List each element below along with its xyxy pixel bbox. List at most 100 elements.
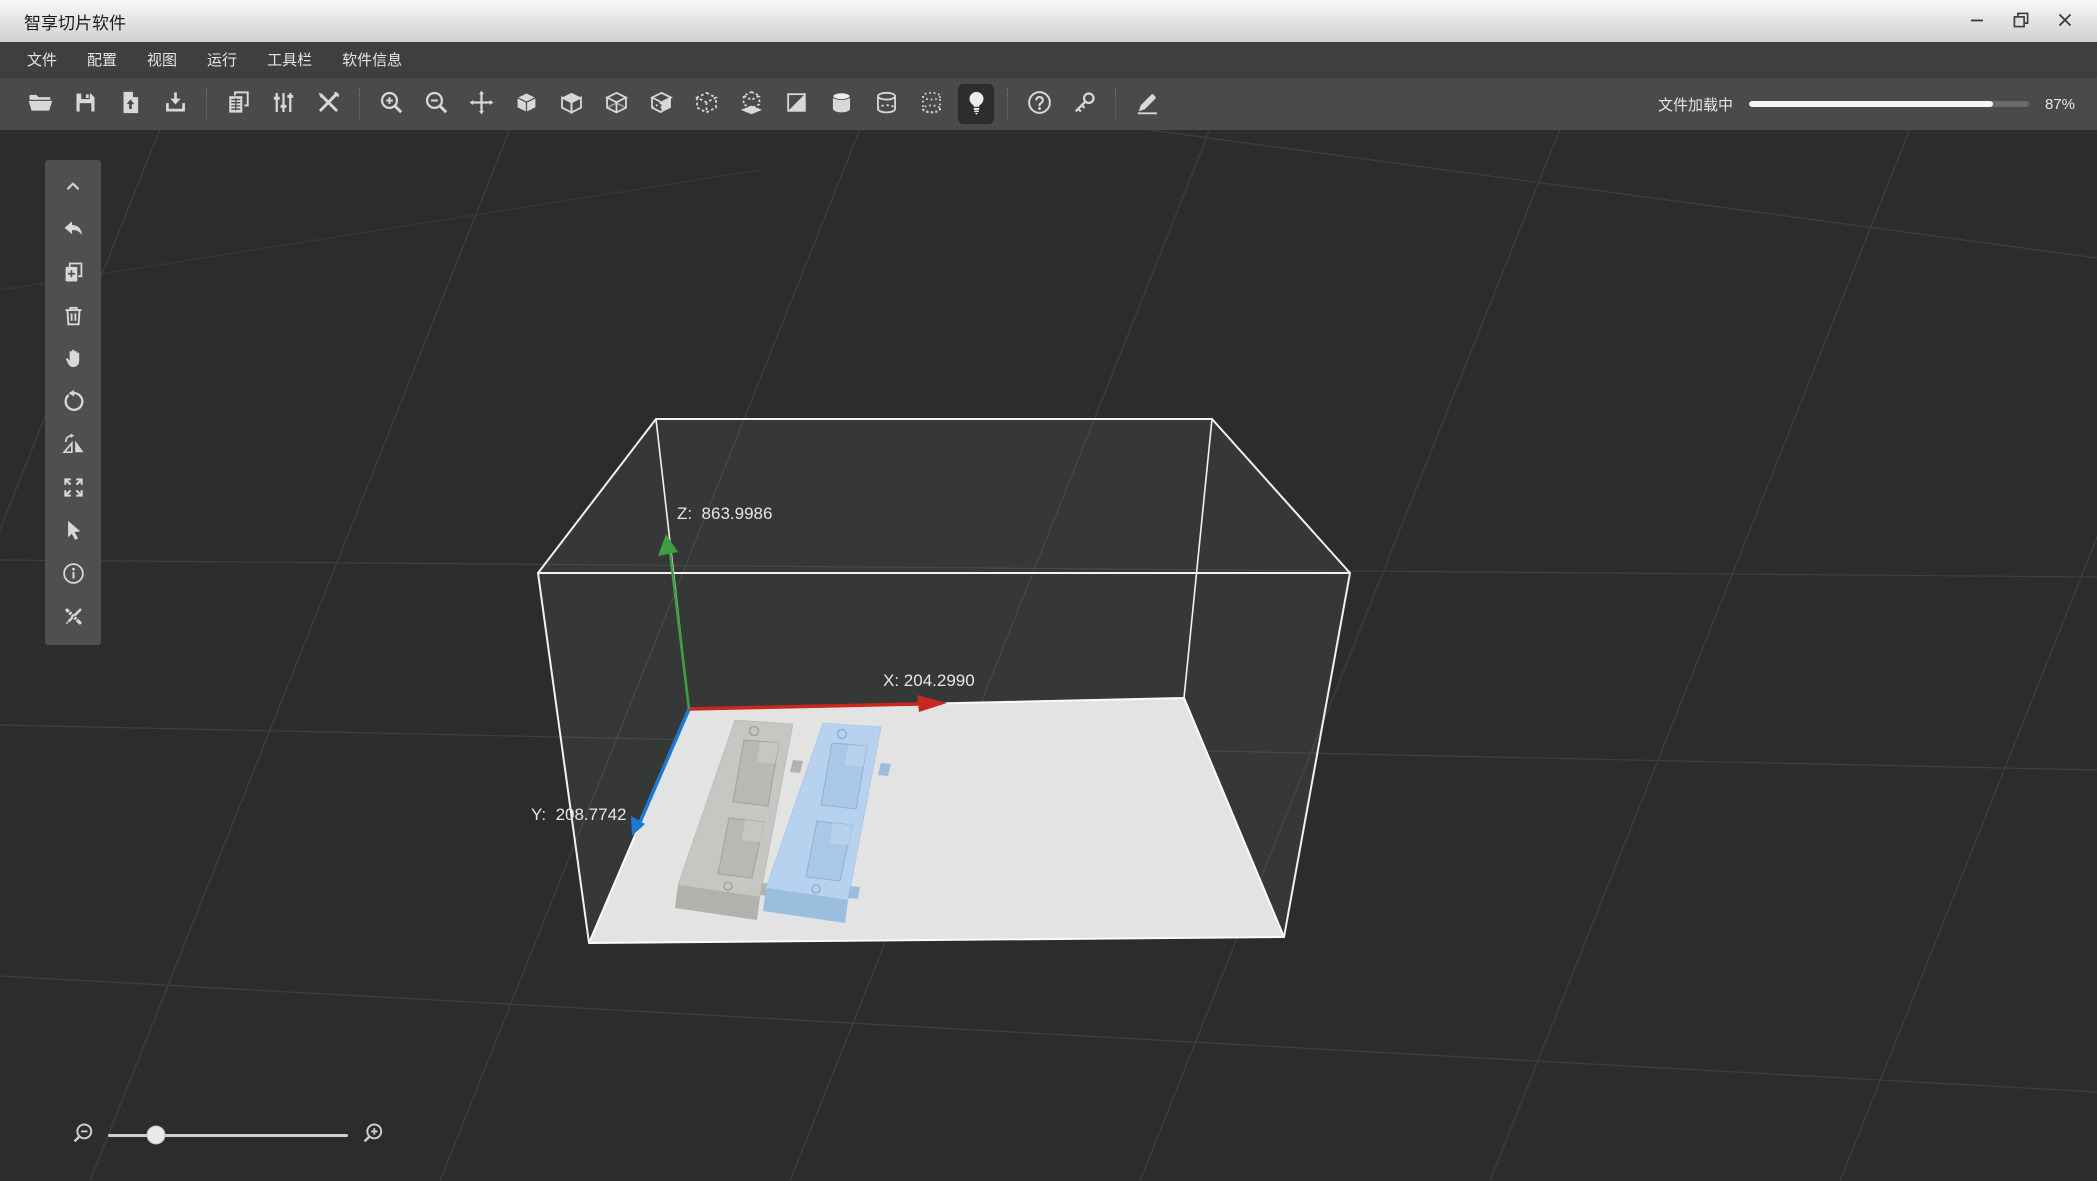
trash-icon <box>61 303 86 331</box>
file-import-icon <box>162 89 189 119</box>
cylinder-wire-icon <box>873 89 900 119</box>
application-window: 智享切片软件 文件 配置 视图 运行 工具栏 软件信息 文件加载中 87% Z:… <box>0 0 2097 1181</box>
cube-wireframe-icon <box>603 89 630 119</box>
viewport-zoom-slider-thumb[interactable] <box>146 1125 166 1145</box>
view-solid-button[interactable] <box>508 84 544 124</box>
view-plane-button[interactable] <box>733 84 769 124</box>
key-icon <box>1071 89 1098 119</box>
undo-arrow-icon <box>61 217 86 245</box>
minimize-button[interactable] <box>1961 6 1993 36</box>
tools-button[interactable] <box>310 84 346 124</box>
y-axis-label: Y: 208.7742 <box>531 805 626 824</box>
cube-section-icon <box>783 89 810 119</box>
menu-run[interactable]: 运行 <box>192 42 252 77</box>
window-title: 智享切片软件 <box>24 13 126 33</box>
mirror-flip-icon <box>61 432 86 460</box>
view-cylinder-points-button[interactable] <box>913 84 949 124</box>
annotate-button[interactable] <box>1129 84 1165 124</box>
view-backface-button[interactable] <box>553 84 589 124</box>
toolbar-separator <box>206 88 207 120</box>
mirror-button[interactable] <box>45 424 101 467</box>
pan-button[interactable] <box>45 338 101 381</box>
export-file-button[interactable] <box>112 84 148 124</box>
view-cylinder-wire-button[interactable] <box>868 84 904 124</box>
left-toolbar <box>45 160 101 645</box>
pen-icon <box>1134 89 1161 119</box>
toolbar-separator <box>1007 88 1008 120</box>
duplicate-icon <box>61 260 86 288</box>
zoom-in-icon <box>378 89 405 119</box>
view-hidden-edges-button[interactable] <box>643 84 679 124</box>
move-arrows-icon <box>468 89 495 119</box>
viewport-zoom-out-button[interactable] <box>70 1122 96 1148</box>
menu-soft-info[interactable]: 软件信息 <box>327 42 417 77</box>
close-icon <box>2054 9 2076 34</box>
close-button[interactable] <box>2049 6 2081 36</box>
viewport-canvas[interactable]: Z: 863.9986 X: 204.2990 Y: 208.7742 <box>0 130 2097 1181</box>
info-circle-icon <box>61 561 86 589</box>
undo-button[interactable] <box>45 209 101 252</box>
file-export-icon <box>117 89 144 119</box>
view-wireframe-button[interactable] <box>598 84 634 124</box>
import-file-button[interactable] <box>157 84 193 124</box>
fit-view-button[interactable] <box>45 467 101 510</box>
file-load-progress: 文件加载中 87% <box>1658 94 2097 115</box>
open-file-button[interactable] <box>22 84 58 124</box>
help-button[interactable] <box>1021 84 1057 124</box>
hand-icon <box>61 346 86 374</box>
x-axis-label: X: 204.2990 <box>883 671 975 690</box>
toolbar-separator <box>359 88 360 120</box>
lightbulb-icon <box>963 89 990 119</box>
zoom-out-icon <box>423 89 450 119</box>
zoom-out-icon <box>70 1121 96 1150</box>
question-icon <box>1026 89 1053 119</box>
profile-copy-button[interactable] <box>220 84 256 124</box>
zoom-in-button[interactable] <box>373 84 409 124</box>
chevron-up-icon <box>62 175 84 200</box>
folder-open-icon <box>27 89 54 119</box>
rotate-ccw-icon <box>61 389 86 417</box>
wrench-screwdriver-icon <box>315 89 342 119</box>
zoom-control <box>70 1122 386 1148</box>
repair-tools-icon <box>61 604 86 632</box>
delete-model-button[interactable] <box>45 295 101 338</box>
sliders-icon <box>270 89 297 119</box>
cursor-icon <box>61 518 86 546</box>
select-button[interactable] <box>45 510 101 553</box>
maximize-arrows-icon <box>61 475 86 503</box>
repair-button[interactable] <box>45 596 101 639</box>
cube-plane-icon <box>738 89 765 119</box>
viewport[interactable]: Z: 863.9986 X: 204.2990 Y: 208.7742 <box>0 130 2097 1181</box>
viewport-zoom-in-button[interactable] <box>360 1122 386 1148</box>
parameter-settings-button[interactable] <box>265 84 301 124</box>
view-cylinder-button[interactable] <box>823 84 859 124</box>
rotate-view-button[interactable] <box>45 381 101 424</box>
restore-icon <box>2010 9 2032 34</box>
collapse-panel-button[interactable] <box>45 166 101 209</box>
viewport-zoom-slider[interactable] <box>108 1125 348 1145</box>
cube-dashed-icon <box>693 89 720 119</box>
cube-solid-icon <box>513 89 540 119</box>
view-dashed-button[interactable] <box>688 84 724 124</box>
menu-config[interactable]: 配置 <box>72 42 132 77</box>
view-section-button[interactable] <box>778 84 814 124</box>
progress-fill <box>1748 101 1993 107</box>
duplicate-model-button[interactable] <box>45 252 101 295</box>
zoom-out-button[interactable] <box>418 84 454 124</box>
zoom-in-icon <box>360 1121 386 1150</box>
info-button[interactable] <box>45 553 101 596</box>
move-view-button[interactable] <box>463 84 499 124</box>
cube-hidden-icon <box>648 89 675 119</box>
inspect-button[interactable] <box>1066 84 1102 124</box>
toolbar-separator <box>1115 88 1116 120</box>
save-icon <box>72 89 99 119</box>
menu-toolbar[interactable]: 工具栏 <box>252 42 327 77</box>
window-controls <box>1961 6 2097 36</box>
menu-file[interactable]: 文件 <box>12 42 72 77</box>
restore-button[interactable] <box>2005 6 2037 36</box>
menu-view[interactable]: 视图 <box>132 42 192 77</box>
cylinder-points-icon <box>918 89 945 119</box>
save-file-button[interactable] <box>67 84 103 124</box>
light-toggle-button[interactable] <box>958 84 994 124</box>
toolbar: 文件加载中 87% <box>0 77 2097 130</box>
